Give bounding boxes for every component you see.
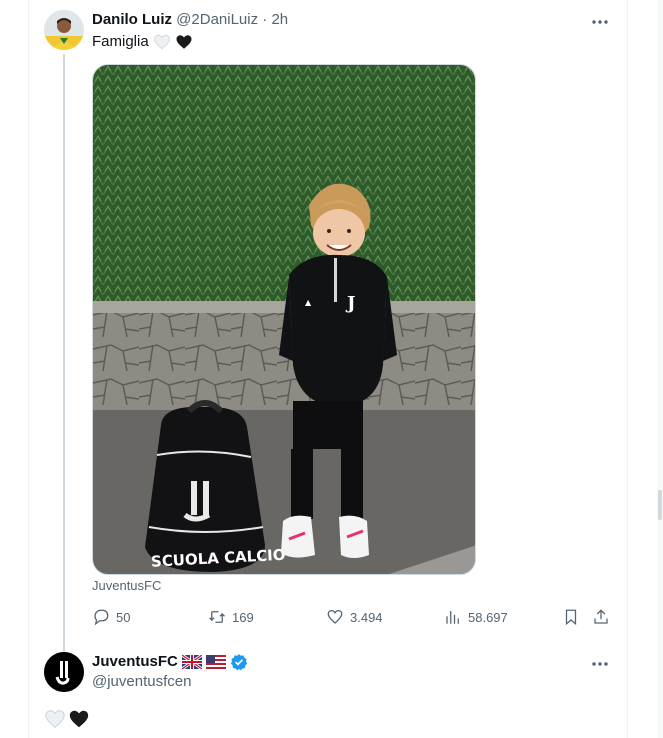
scrollbar-thumb[interactable] — [658, 490, 662, 520]
reply-icon — [94, 609, 109, 626]
views-button[interactable]: 58.697 — [444, 608, 508, 626]
heart-outline-icon — [327, 609, 343, 624]
author-avatar[interactable] — [44, 10, 84, 50]
view-count: 58.697 — [468, 609, 508, 625]
bookmark-icon — [565, 609, 577, 626]
retweet-icon — [209, 611, 225, 623]
retweet-count: 169 — [232, 609, 254, 625]
more-options-button[interactable] — [585, 12, 615, 32]
timeline-left-border — [28, 0, 29, 738]
photo-child-with-backpack: SCUOLA CALCIO ▲ J — [93, 65, 475, 574]
svg-text:J: J — [345, 293, 356, 314]
timeline-right-border — [627, 0, 628, 738]
like-button[interactable]: 3.494 — [326, 608, 383, 626]
share-icon — [594, 609, 608, 624]
reply-header: JuventusFC — [92, 652, 248, 672]
white-heart-icon — [45, 710, 65, 728]
author-handle[interactable]: @2DaniLuiz — [176, 11, 258, 28]
avatar-photo — [44, 10, 84, 50]
reply-text — [44, 708, 90, 730]
bookmark-button[interactable] — [562, 608, 580, 626]
black-heart-icon — [176, 35, 192, 49]
retweet-button[interactable]: 169 — [208, 608, 254, 626]
reply-author-name[interactable]: JuventusFC — [92, 652, 178, 672]
like-count: 3.494 — [350, 609, 383, 625]
uk-flag-icon — [181, 655, 202, 669]
juventus-avatar[interactable] — [44, 652, 84, 692]
dot-separator: · — [262, 11, 268, 28]
black-heart-icon — [69, 710, 89, 728]
verified-badge-icon[interactable] — [230, 653, 248, 671]
tweet-photo[interactable]: SCUOLA CALCIO ▲ J — [92, 64, 476, 575]
thread-connector-line — [63, 54, 65, 652]
reply-count: 50 — [116, 609, 131, 625]
tweet-timestamp[interactable]: 2h — [271, 11, 288, 28]
tweet-actions-bar: 50 169 3.494 58.697 — [92, 608, 612, 628]
scrollbar-track[interactable] — [657, 0, 663, 738]
share-button[interactable] — [592, 608, 610, 626]
juventus-logo-icon — [44, 652, 84, 692]
media-source-label[interactable]: JuventusFC — [92, 578, 161, 594]
tweet-text: Famiglia — [92, 32, 193, 52]
reply-more-options-button[interactable] — [585, 654, 615, 674]
svg-text:▲: ▲ — [305, 298, 312, 307]
author-name[interactable]: Danilo Luiz — [92, 11, 172, 28]
ellipsis-icon — [592, 662, 608, 666]
reply-author-handle[interactable]: @juventusfcen — [92, 672, 191, 692]
ellipsis-icon — [592, 20, 608, 24]
tweet-header: Danilo Luiz @2DaniLuiz · 2h — [92, 10, 288, 30]
reply-button[interactable]: 50 — [92, 608, 130, 626]
white-heart-icon — [153, 34, 170, 50]
tweet-text-content: Famiglia — [92, 33, 149, 50]
analytics-icon — [446, 611, 459, 624]
us-flag-icon — [205, 655, 226, 669]
